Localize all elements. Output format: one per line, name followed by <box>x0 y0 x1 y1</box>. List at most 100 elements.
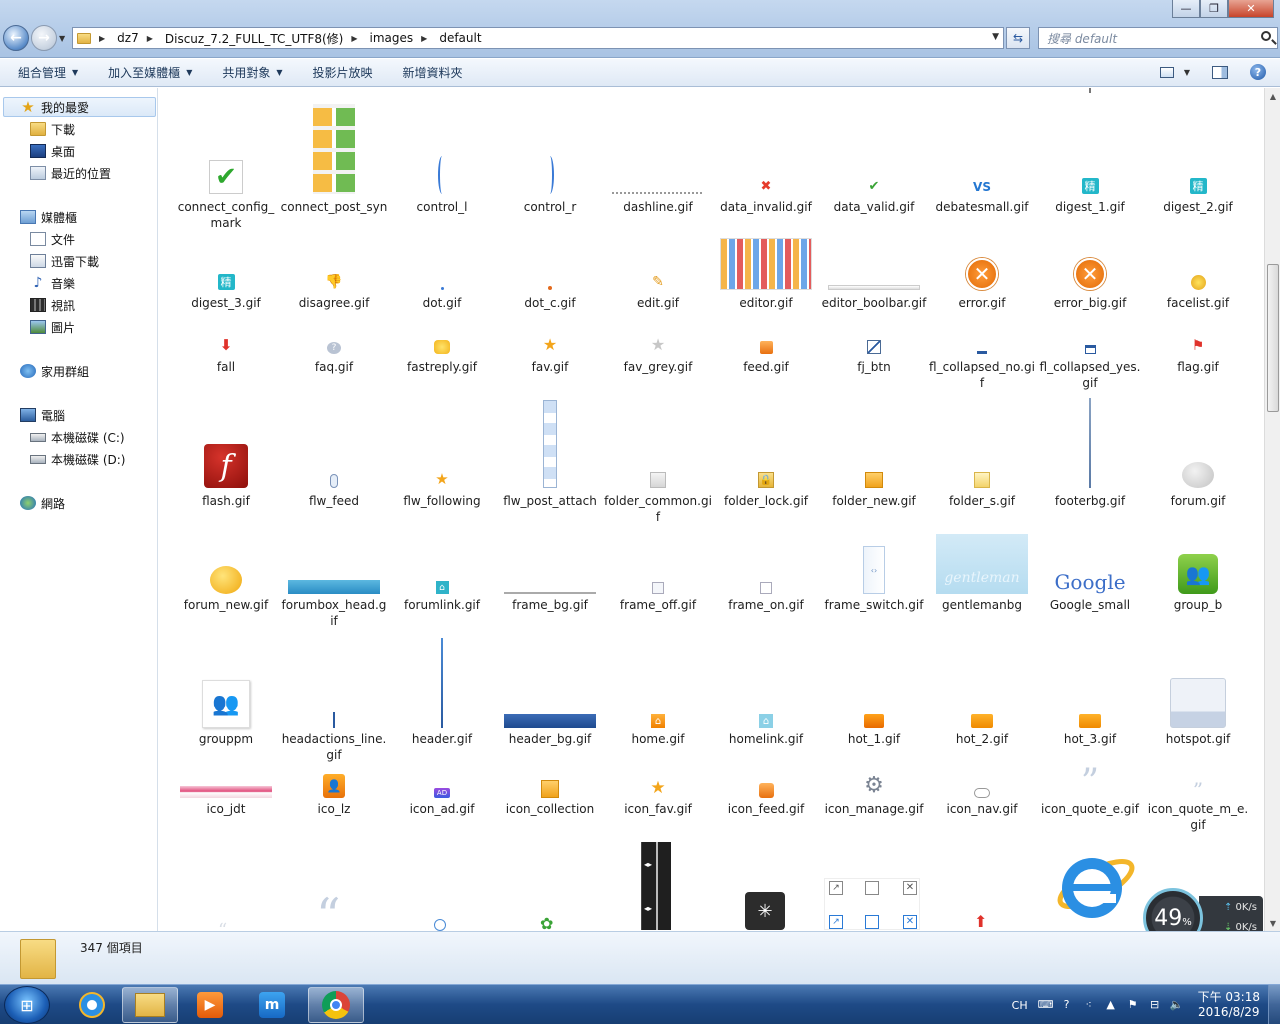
organize-menu[interactable]: 組合管理 ▼ <box>18 64 78 81</box>
taskbar-explorer[interactable] <box>122 987 178 1023</box>
address-dropdown[interactable]: ▼ <box>992 32 999 42</box>
frame-on-icon <box>760 582 772 594</box>
nav-thunder[interactable]: 迅雷下載 <box>30 251 99 271</box>
maxthon-icon: m <box>259 992 285 1018</box>
group-users-icon: 👥 <box>1178 554 1218 594</box>
settings-icon[interactable]: ⁖ <box>1082 998 1096 1012</box>
show-desktop-button[interactable] <box>1268 985 1280 1024</box>
editor-sprite-thumb <box>720 238 812 290</box>
window-controls: — ❐ ✕ <box>1172 0 1274 18</box>
digest-badge-icon: 精 <box>217 274 235 290</box>
star-icon: ★ <box>542 335 558 354</box>
taskbar-ie[interactable] <box>64 987 120 1023</box>
nav-drive-d[interactable]: 本機磁碟 (D:) <box>30 449 125 469</box>
vertical-scrollbar[interactable]: ▲ ▼ <box>1264 88 1280 931</box>
forward-button[interactable]: → <box>31 25 57 51</box>
chevron-down-icon: ▼ <box>1183 67 1190 77</box>
flash-logo-icon: f <box>204 444 248 488</box>
nav-music[interactable]: ♪ 音樂 <box>30 273 75 293</box>
breadcrumb-root-arrow[interactable]: ▶ <box>97 34 113 43</box>
hot-badge-icon <box>864 714 884 728</box>
taskbar-maxthon[interactable]: m <box>244 987 300 1023</box>
error-circle-icon: ✕ <box>1074 258 1106 290</box>
breadcrumb-images[interactable]: images ▶ <box>370 31 436 45</box>
close-button[interactable]: ✕ <box>1228 0 1274 18</box>
house-icon: ⌂ <box>435 581 449 594</box>
refresh-button[interactable]: ⇆ <box>1006 27 1030 49</box>
nav-drive-c[interactable]: 本機磁碟 (C:) <box>30 427 125 447</box>
nav-desktop[interactable]: 桌面 <box>30 141 75 161</box>
nav-network[interactable]: 網路 <box>20 493 65 513</box>
nav-computer[interactable]: 電腦 <box>20 405 65 425</box>
minimize-icon <box>865 881 879 895</box>
question-bubble-icon: ? <box>327 342 341 354</box>
forum-new-bubble-icon <box>210 566 242 594</box>
check-icon: ✔ <box>868 179 880 194</box>
nav-libraries[interactable]: 媒體櫃 <box>20 207 77 227</box>
nav-videos[interactable]: 視訊 <box>30 295 75 315</box>
help-icon[interactable]: ? <box>1060 998 1074 1012</box>
restore-blue-icon: ↗ <box>829 915 843 929</box>
volume-icon[interactable]: 🔈 <box>1170 998 1184 1012</box>
item-count: 347 個項目 <box>80 941 143 955</box>
ie-logo-overlay[interactable] <box>1048 844 1138 930</box>
homegroup-icon <box>20 364 36 378</box>
title-bar: — ❐ ✕ ← → ▼ ▶ dz7 ▶ Discuz_7.2_FULL_TC_UT… <box>0 0 1280 58</box>
internet-explorer-icon <box>79 992 105 1018</box>
preview-pane-button[interactable] <box>1212 65 1228 79</box>
start-button[interactable]: ⊞ <box>4 986 50 1024</box>
scroll-down-button[interactable]: ▼ <box>1265 915 1280 931</box>
back-button[interactable]: ← <box>3 25 29 51</box>
history-dropdown[interactable]: ▼ <box>59 34 65 43</box>
new-folder-button[interactable]: 新增資料夾 <box>403 64 463 81</box>
add-to-library-menu[interactable]: 加入至媒體櫃 ▼ <box>108 64 192 81</box>
show-hidden-icons[interactable]: ▲ <box>1104 998 1118 1012</box>
user-badge-icon: 👤 <box>323 774 345 798</box>
versus-icon: VS <box>973 180 991 194</box>
drive-icon <box>30 454 46 464</box>
search-icon[interactable] <box>1261 31 1271 41</box>
taskbar-chrome[interactable] <box>308 987 364 1023</box>
nav-documents[interactable]: 文件 <box>30 229 75 249</box>
refresh-icon: ⇆ <box>1012 31 1024 45</box>
scroll-up-button[interactable]: ▲ <box>1265 88 1280 104</box>
file-explorer-icon <box>135 993 165 1017</box>
breadcrumb-dz7[interactable]: dz7 ▶ <box>117 31 161 45</box>
address-bar[interactable]: ▶ dz7 ▶ Discuz_7.2_FULL_TC_UTF8(修) ▶ image… <box>72 27 1004 49</box>
scroll-thumb[interactable] <box>1267 264 1279 412</box>
house-icon: ⌂ <box>651 714 665 728</box>
nav-recent[interactable]: 最近的位置 <box>30 163 111 183</box>
file-list: ✔ connect_config_mark connect_post_syn c… <box>160 88 1264 931</box>
taskbar-media-player[interactable]: ▶ <box>182 987 238 1023</box>
nav-downloads[interactable]: 下載 <box>30 119 75 139</box>
computer-icon <box>20 408 36 422</box>
share-with-menu[interactable]: 共用對象 ▼ <box>222 64 282 81</box>
search-input[interactable]: 搜尋 default <box>1038 27 1278 49</box>
minimize-blue-icon <box>865 915 879 929</box>
view-options-button[interactable]: ▼ <box>1159 66 1190 78</box>
breadcrumb-default[interactable]: default <box>439 31 481 45</box>
folder-icon <box>30 122 46 136</box>
clock[interactable]: 下午 03:18 2016/8/29 <box>1198 990 1260 1020</box>
hotspot-thumb <box>1170 678 1226 728</box>
frame-off-icon <box>652 582 664 594</box>
slideshow-button[interactable]: 投影片放映 <box>313 64 373 81</box>
nav-pictures[interactable]: 圖片 <box>30 317 75 337</box>
minimize-button[interactable]: — <box>1172 0 1200 18</box>
breadcrumb-discuz[interactable]: Discuz_7.2_FULL_TC_UTF8(修) ▶ <box>165 30 366 47</box>
navigation-pane: ★ 我的最愛 下載 桌面 最近的位置 媒體櫃 文件 迅雷下載 ♪ 音樂 視訊 圖片 … <box>0 88 158 931</box>
nav-favorites[interactable]: ★ 我的最愛 <box>3 97 156 117</box>
folder-icon <box>20 939 56 979</box>
hot-badge-icon <box>1079 714 1101 728</box>
quote-large-icon: “ <box>316 888 341 931</box>
help-button[interactable]: ? <box>1250 64 1266 80</box>
input-language[interactable]: CH <box>1012 999 1028 1012</box>
system-tray: CH ⌨ ? ⁖ ▲ ⚑ ⊟ 🔈 下午 03:18 2016/8/29 <box>1012 985 1280 1024</box>
forum-bubble-icon <box>1182 462 1214 488</box>
thumbs-down-icon: 👎 <box>325 274 343 290</box>
action-center-flag-icon[interactable]: ⚑ <box>1126 998 1140 1012</box>
maximize-button[interactable]: ❐ <box>1200 0 1228 18</box>
network-icon[interactable]: ⊟ <box>1148 998 1162 1012</box>
nav-homegroup[interactable]: 家用群組 <box>20 361 89 381</box>
keyboard-icon[interactable]: ⌨ <box>1038 998 1054 1012</box>
